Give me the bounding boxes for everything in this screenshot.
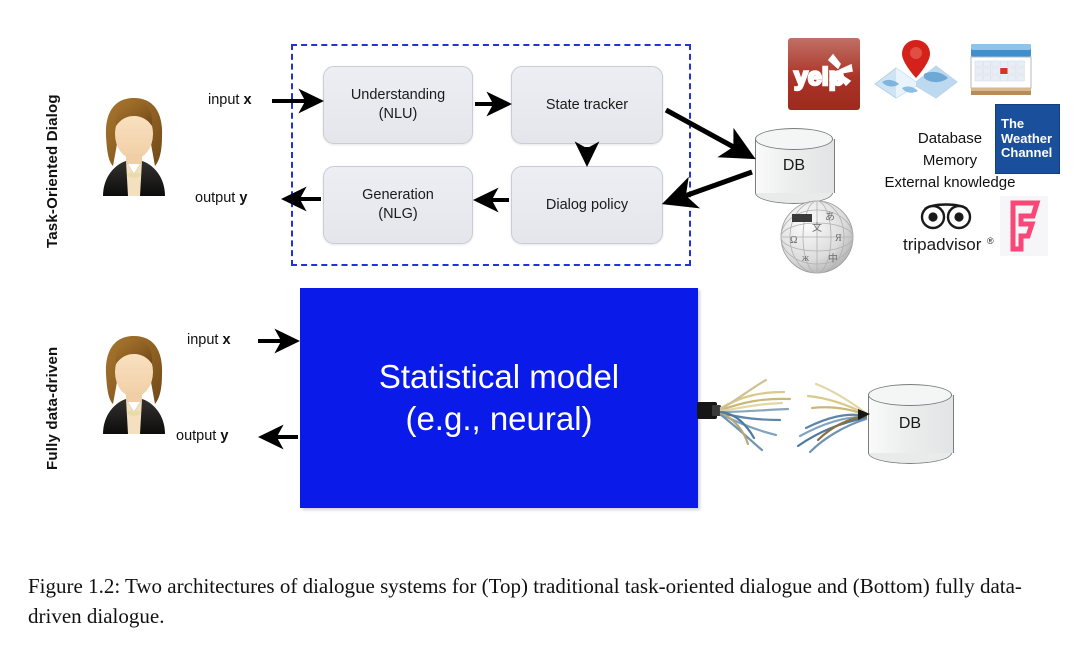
- input-variable: x: [243, 92, 252, 108]
- svg-text:中: 中: [828, 252, 838, 265]
- figure-caption: Figure 1.2: Two architectures of dialogu…: [28, 574, 1022, 628]
- output-variable: y: [220, 428, 229, 444]
- module-nlu-line2: (NLU): [378, 106, 418, 122]
- yelp-logo: yelp: [788, 38, 860, 110]
- weather-logo-line1: The: [1001, 116, 1025, 132]
- svg-text:Я: Я: [835, 233, 842, 244]
- svg-text:あ: あ: [825, 211, 835, 223]
- calendar-logo: [968, 38, 1034, 100]
- module-box-dialog-policy: Dialog policy: [511, 166, 663, 244]
- statistical-model-line1: Statistical model: [378, 357, 620, 395]
- figure-graphic: Task-Oriented Dialog Fully data-driven i…: [0, 0, 1080, 560]
- svg-text:ж: ж: [801, 253, 809, 264]
- module-box-nlu: Understanding (NLU): [323, 66, 473, 144]
- foursquare-logo: [1000, 196, 1048, 256]
- module-nlg-line1: Generation: [362, 187, 434, 204]
- input-label-bottom: input x: [187, 332, 231, 348]
- cable-bundle: [697, 378, 870, 454]
- statistical-model-box: Statistical model (e.g., neural): [300, 288, 698, 508]
- user-avatar-top: [90, 92, 178, 198]
- database-label: DB: [898, 415, 922, 432]
- module-state-tracker-label: State tracker: [545, 96, 629, 113]
- module-box-state-tracker: State tracker: [511, 66, 663, 144]
- wikipedia-logo: Wあ ΩЯ ж中 文: [778, 196, 856, 276]
- input-label-top: input x: [208, 92, 252, 108]
- module-box-nlg: Generation (NLG): [323, 166, 473, 244]
- row-label-task-oriented: Task-Oriented Dialog: [44, 94, 61, 248]
- database-cylinder-top: DB: [755, 128, 835, 204]
- tripadvisor-wordmark: tripadvisor: [903, 235, 982, 254]
- output-label-bottom: output y: [176, 428, 228, 444]
- module-dialog-policy-label: Dialog policy: [545, 196, 629, 213]
- weather-logo-line3: Channel: [1001, 145, 1053, 161]
- svg-text:Ω: Ω: [790, 235, 797, 246]
- output-label-text: output: [176, 428, 217, 444]
- statistical-model-line2: (e.g., neural): [405, 400, 593, 437]
- knowledge-line-external: External knowledge: [884, 173, 1016, 191]
- input-label-text: input: [187, 332, 219, 348]
- output-variable: y: [239, 190, 248, 206]
- row-label-fully-data-driven: Fully data-driven: [44, 346, 61, 470]
- tripadvisor-logo: tripadvisor ®: [895, 200, 997, 258]
- svg-text:®: ®: [987, 236, 994, 246]
- input-label-text: input: [208, 92, 240, 108]
- weather-channel-logo: The Weather Channel: [995, 104, 1060, 174]
- database-label: DB: [782, 157, 806, 174]
- database-cylinder-bottom: DB: [868, 384, 954, 464]
- module-nlg-line2: (NLG): [378, 206, 418, 222]
- module-nlu-line1: Understanding: [350, 87, 446, 104]
- output-label-top: output y: [195, 190, 247, 206]
- map-logo: [872, 34, 960, 106]
- user-avatar-bottom: [90, 330, 178, 436]
- weather-logo-line2: Weather: [1001, 130, 1053, 146]
- output-label-text: output: [195, 190, 236, 206]
- input-variable: x: [222, 332, 231, 348]
- svg-text:文: 文: [812, 221, 822, 234]
